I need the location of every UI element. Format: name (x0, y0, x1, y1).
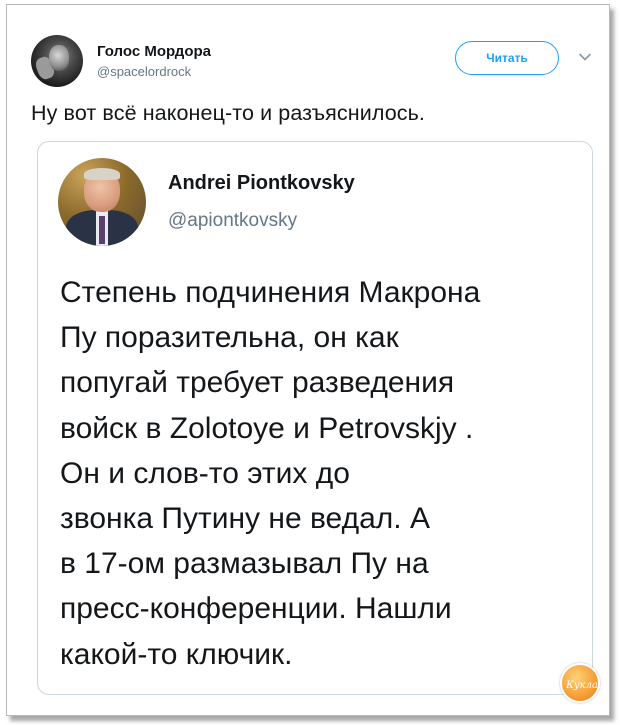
follow-button[interactable]: Читать (455, 41, 559, 75)
author-handle[interactable]: @spacelordrock (97, 64, 191, 79)
watermark-logo: Кукла (560, 663, 600, 703)
quoted-tweet-text: Степень подчинения Макрона Пу поразитель… (60, 270, 582, 677)
watermark-logo-icon: Кукла (566, 680, 598, 691)
author-name[interactable]: Голос Мордора (97, 43, 211, 60)
quoted-text-line: Степень подчинения Макрона (60, 276, 481, 309)
quoted-tweet-card[interactable]: Andrei Piontkovsky @apiontkovsky Степень… (37, 141, 593, 695)
tweet-screenshot-frame: Голос Мордора @spacelordrock Читать Ну в… (6, 4, 610, 716)
quoted-text-line: звонка Путину не ведал. А (60, 502, 430, 536)
quoted-text-line: пресс-конференции. Нашли (60, 592, 452, 626)
avatar[interactable] (31, 35, 83, 87)
quoted-text-line: в 17-ом размазывал Пу на (60, 547, 429, 581)
quoted-text-line: какой-то ключик. (60, 637, 293, 671)
quoted-author-name[interactable]: Andrei Piontkovsky (168, 172, 355, 195)
quoted-text-line: Он и слов-то этих до (60, 456, 350, 490)
quoted-text-line: попугай требует разведения (60, 366, 455, 400)
tweet-text: Ну вот всё наконец-то и разъяснилось. (31, 101, 425, 125)
quoted-author-avatar[interactable] (58, 158, 146, 246)
svg-text:Кукла: Кукла (566, 680, 598, 691)
chevron-down-icon[interactable] (577, 49, 593, 65)
quoted-text-line: Пу поразительна, он как (60, 321, 399, 355)
quoted-text-line: войск в Zolotoye и Petrovskjy . (60, 411, 474, 445)
quoted-author-handle[interactable]: @apiontkovsky (168, 210, 297, 232)
tweet-header: Голос Мордора @spacelordrock Читать (31, 35, 601, 91)
